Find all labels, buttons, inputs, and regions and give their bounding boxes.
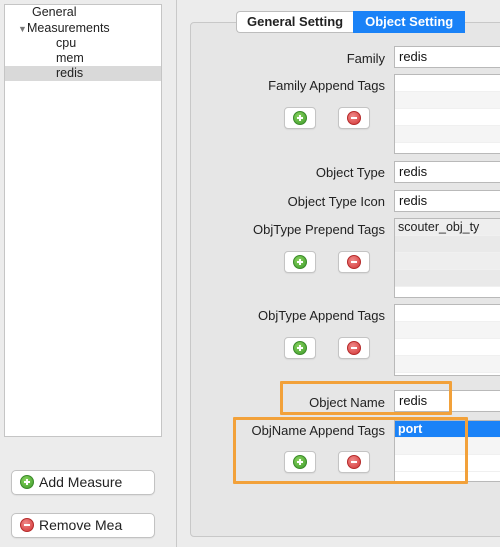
tree-item-label: Measurements bbox=[27, 21, 110, 35]
tree-item-mem[interactable]: mem bbox=[56, 51, 84, 66]
objtype-prepend-tags-list[interactable]: scouter_obj_ty bbox=[394, 218, 500, 298]
plus-circle-icon bbox=[20, 475, 34, 489]
family-append-tags-label: Family Append Tags bbox=[268, 78, 385, 93]
tree-item-redis[interactable]: redis bbox=[5, 66, 161, 81]
remove-measurement-label: Remove Mea bbox=[39, 517, 123, 533]
tree-item-label: redis bbox=[56, 66, 84, 80]
tab-object-setting[interactable]: Object Setting bbox=[353, 11, 466, 33]
plus-circle-icon bbox=[293, 111, 307, 125]
list-item[interactable]: port bbox=[395, 421, 500, 438]
minus-circle-icon bbox=[347, 111, 361, 125]
plus-circle-icon bbox=[293, 341, 307, 355]
object-type-icon-label: Object Type Icon bbox=[287, 194, 385, 209]
add-objtype-prepend-tag-button[interactable] bbox=[284, 251, 316, 273]
tab-general-setting[interactable]: General Setting bbox=[236, 11, 354, 33]
minus-circle-icon bbox=[347, 255, 361, 269]
list-item[interactable]: scouter_obj_ty bbox=[395, 219, 500, 236]
objtype-append-tags-list[interactable] bbox=[394, 304, 500, 376]
remove-family-tag-button[interactable] bbox=[338, 107, 370, 129]
remove-objname-tag-button[interactable] bbox=[338, 451, 370, 473]
remove-measurement-button[interactable]: Remove Mea bbox=[11, 513, 155, 538]
minus-circle-icon bbox=[347, 455, 361, 469]
objname-append-tags-list[interactable]: port bbox=[394, 420, 500, 482]
object-type-label: Object Type bbox=[315, 165, 385, 180]
family-field[interactable]: redis bbox=[394, 46, 500, 68]
measurement-tree: General ▼Measurements cpu mem redis bbox=[4, 4, 162, 437]
minus-circle-icon bbox=[20, 518, 34, 532]
add-measurement-label: Add Measure bbox=[39, 474, 123, 490]
tree-item-label: General bbox=[32, 5, 77, 19]
add-objtype-append-tag-button[interactable] bbox=[284, 337, 316, 359]
add-objname-tag-button[interactable] bbox=[284, 451, 316, 473]
plus-circle-icon bbox=[293, 455, 307, 469]
tree-item-measurements[interactable]: ▼Measurements bbox=[18, 21, 110, 36]
objname-append-tags-label: ObjName Append Tags bbox=[251, 423, 385, 438]
object-name-field[interactable]: redis bbox=[394, 390, 500, 412]
add-family-tag-button[interactable] bbox=[284, 107, 316, 129]
settings-tabs: General Setting Object Setting bbox=[236, 11, 466, 33]
remove-objtype-prepend-tag-button[interactable] bbox=[338, 251, 370, 273]
object-name-label: Object Name bbox=[309, 395, 385, 410]
remove-objtype-append-tag-button[interactable] bbox=[338, 337, 370, 359]
tree-item-general[interactable]: General bbox=[32, 5, 76, 20]
add-measurement-button[interactable]: Add Measure bbox=[11, 470, 155, 495]
triangle-down-icon[interactable]: ▼ bbox=[18, 22, 27, 37]
object-type-field[interactable]: redis bbox=[394, 161, 500, 183]
tree-item-label: mem bbox=[56, 51, 84, 65]
plus-circle-icon bbox=[293, 255, 307, 269]
tree-item-label: cpu bbox=[56, 36, 77, 50]
pane-divider[interactable] bbox=[176, 0, 177, 547]
object-type-icon-field[interactable]: redis bbox=[394, 190, 500, 212]
minus-circle-icon bbox=[347, 341, 361, 355]
tree-item-cpu[interactable]: cpu bbox=[56, 36, 76, 51]
family-label: Family bbox=[346, 51, 385, 66]
objtype-append-tags-label: ObjType Append Tags bbox=[258, 308, 385, 323]
family-append-tags-list[interactable] bbox=[394, 74, 500, 154]
objtype-prepend-tags-label: ObjType Prepend Tags bbox=[252, 222, 385, 237]
